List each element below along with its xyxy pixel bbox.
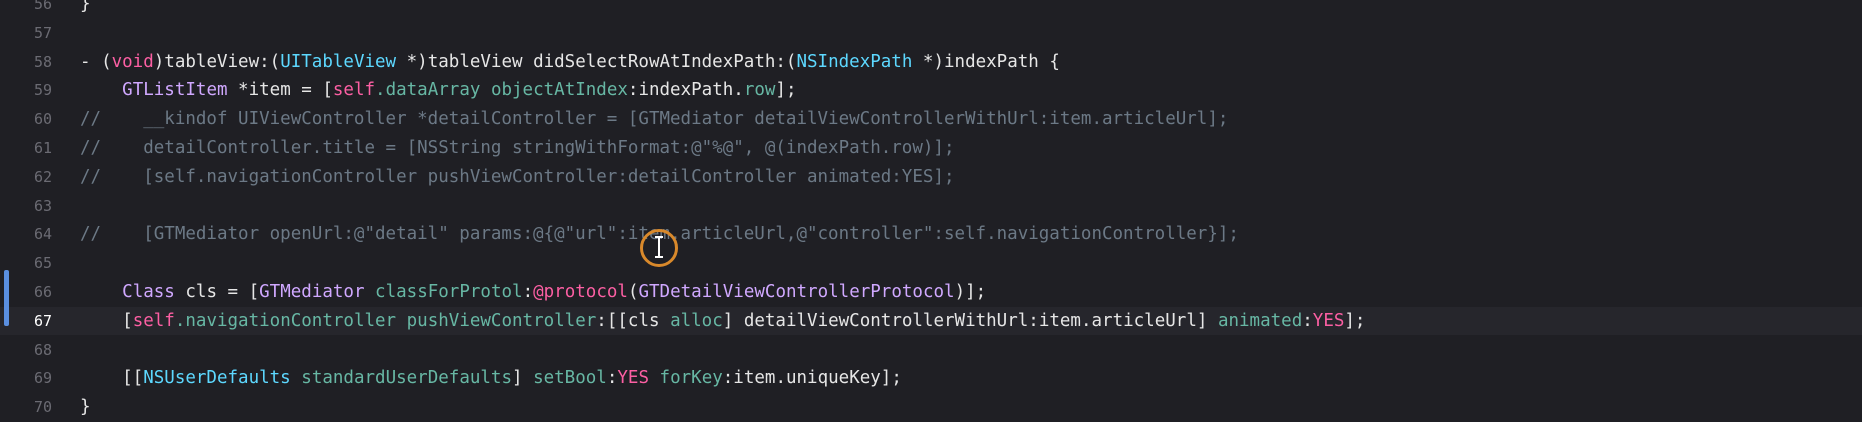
line-number: 61 <box>33 139 52 157</box>
code-token: cls = [ <box>174 282 260 302</box>
code-token: *)tableView didSelectRowAtIndexPath:( <box>396 51 797 72</box>
code-token: NSUserDefaults <box>143 368 291 389</box>
code-text[interactable]: } <box>80 0 91 18</box>
code-token: ( <box>627 282 639 302</box>
line-number: 68 <box>33 340 52 359</box>
line-number: 63 <box>33 196 52 215</box>
code-token: .dataArray <box>375 80 491 101</box>
code-token: ] <box>512 368 534 389</box>
line-number: 60 <box>33 110 52 129</box>
code-token: :[[cls <box>596 310 671 331</box>
code-token: - ( <box>80 51 112 72</box>
code-token: @protocol <box>533 282 628 302</box>
code-text[interactable]: GTListItem *item = [self.dataArray objec… <box>80 76 797 104</box>
code-text[interactable]: [self.navigationController pushViewContr… <box>80 307 1365 335</box>
code-text[interactable]: Class cls = [GTMediator classForProtol:@… <box>80 278 986 306</box>
code-text[interactable]: // __kindof UIViewController *detailCont… <box>80 105 1228 133</box>
line-number: 69 <box>33 369 52 388</box>
code-token: Class <box>122 282 175 302</box>
code-token: YES <box>1312 310 1345 331</box>
code-line[interactable]: 61 // detailController.title = [NSString … <box>0 134 1862 162</box>
line-number: 59 <box>33 81 52 100</box>
line-number: 70 <box>33 398 52 417</box>
code-token: NSIndexPath <box>796 51 913 72</box>
code-token: objectAtIndex <box>490 80 628 101</box>
code-token: pushViewController <box>406 310 597 331</box>
code-token: :item.uniqueKey]; <box>722 368 902 389</box>
code-line[interactable]: 67 [self.navigationController pushViewCo… <box>0 306 1862 335</box>
code-line[interactable]: 66 Class cls = [GTMediator classForProto… <box>0 278 1862 306</box>
code-token: *)indexPath { <box>912 51 1060 72</box>
code-token: : <box>606 368 618 389</box>
code-token: row <box>743 80 776 101</box>
code-line[interactable]: 63 <box>0 192 1862 220</box>
code-token: : <box>1302 310 1313 331</box>
code-token: self <box>332 80 376 101</box>
code-token: ] detailViewControllerWithUrl:item.artic… <box>722 310 1218 331</box>
code-token: void <box>111 51 154 72</box>
code-token: *item = [ <box>227 80 333 101</box>
code-token: .navigationController <box>174 310 407 331</box>
code-token: ]; <box>775 80 797 101</box>
line-number: 64 <box>33 225 52 244</box>
line-number: 56 <box>33 0 52 13</box>
code-text[interactable]: // detailController.title = [NSString st… <box>80 134 954 162</box>
code-token: animated <box>1217 310 1303 331</box>
code-token: classForProtol <box>375 282 523 302</box>
code-text[interactable]: - (void)tableView:(UITableView *)tableVi… <box>80 48 1060 76</box>
code-token: self <box>132 310 175 331</box>
code-line[interactable]: 57 <box>0 19 1862 47</box>
code-token: [ <box>80 310 133 331</box>
code-token: GTMediator <box>259 282 365 302</box>
code-line[interactable]: 65 <box>0 249 1862 277</box>
code-token: alloc <box>670 310 723 331</box>
code-token: UITableView <box>280 51 397 72</box>
code-line[interactable]: 70} <box>0 393 1862 421</box>
code-token: GTDetailViewControllerProtocol <box>638 282 955 302</box>
code-token: ]; <box>1344 310 1366 331</box>
code-token: )tableView:( <box>153 51 281 72</box>
code-text[interactable]: // [self.navigationController pushViewCo… <box>80 163 954 191</box>
code-line[interactable]: 60 // __kindof UIViewController *detailCo… <box>0 105 1862 133</box>
code-token: } <box>80 0 91 14</box>
code-text[interactable]: } <box>80 393 91 421</box>
code-line[interactable]: 68 <box>0 336 1862 364</box>
code-line[interactable]: 64// [GTMediator openUrl:@"detail" param… <box>0 220 1862 248</box>
line-number: 57 <box>33 23 52 42</box>
code-line[interactable]: 59 GTListItem *item = [self.dataArray ob… <box>0 76 1862 104</box>
code-token: standardUserDefaults <box>301 368 512 389</box>
line-number: 58 <box>33 52 52 71</box>
code-line[interactable]: 62 // [self.navigationController pushView… <box>0 163 1862 191</box>
change-marker <box>4 270 9 326</box>
line-number: 62 <box>33 167 52 186</box>
code-token: forKey <box>659 368 723 389</box>
code-token: // [self.navigationController pushViewCo… <box>80 166 955 187</box>
code-line[interactable]: 69 [[NSUserDefaults standardUserDefaults… <box>0 364 1862 392</box>
code-text[interactable]: [[NSUserDefaults standardUserDefaults] s… <box>80 364 902 392</box>
code-token: // detailController.title = [NSString st… <box>80 138 955 158</box>
code-token: )]; <box>954 282 987 302</box>
code-token: GTListItem <box>122 80 228 101</box>
code-token: : <box>522 282 534 302</box>
code-token: } <box>80 397 91 418</box>
code-token: [[ <box>80 368 144 389</box>
code-token: // __kindof UIViewController *detailCont… <box>80 109 1229 130</box>
code-token: setBool <box>533 368 607 389</box>
code-line[interactable]: 56} <box>0 0 1862 18</box>
code-token: YES <box>617 368 649 389</box>
code-token: :indexPath. <box>627 80 744 101</box>
i-beam-icon <box>655 236 663 258</box>
code-editor[interactable]: 70} 69 [[NSUserDefaults standardUserDefau… <box>0 0 1862 422</box>
code-line[interactable]: 58 - (void)tableView:(UITableView *)table… <box>0 48 1862 76</box>
